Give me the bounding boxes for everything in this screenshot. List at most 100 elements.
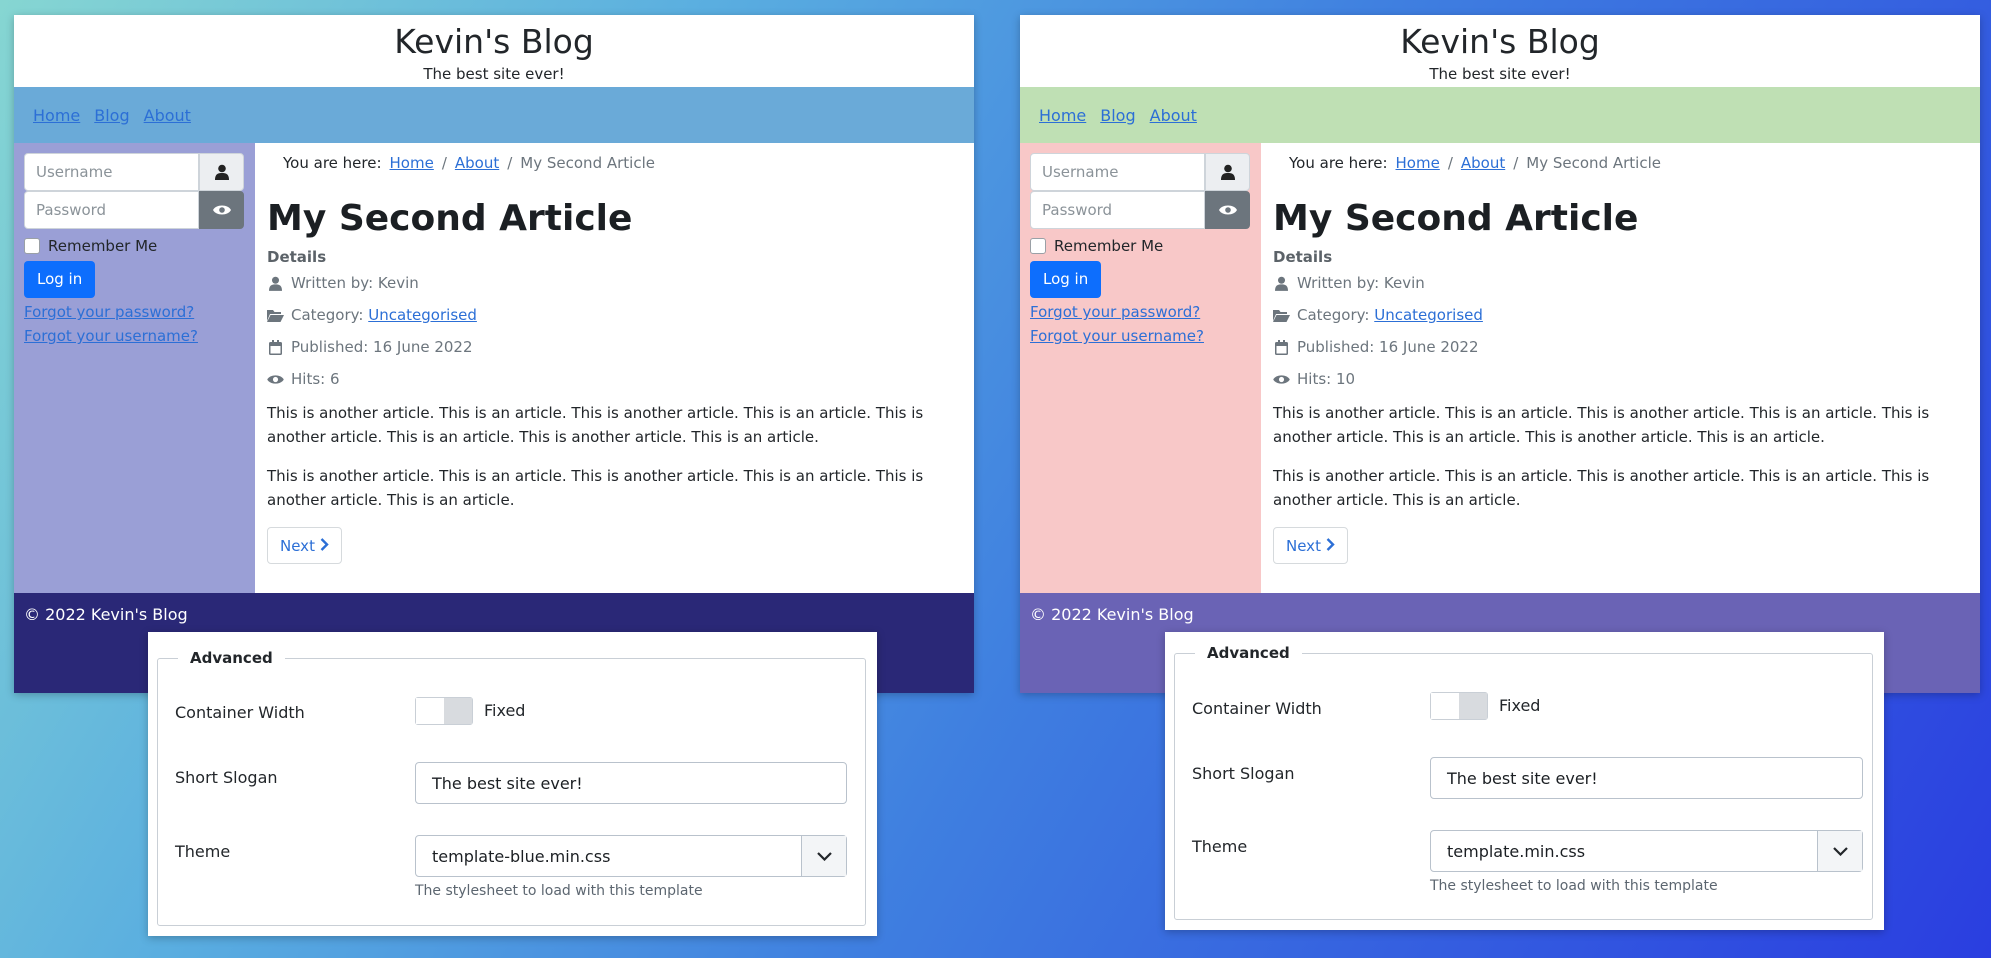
breadcrumb-separator: / <box>1513 154 1519 172</box>
site-title: Kevin's Blog <box>394 22 594 61</box>
username-input[interactable]: Username <box>1030 153 1205 191</box>
nav-link-home[interactable]: Home <box>1039 106 1086 125</box>
site-header: Kevin's Blog The best site ever! <box>14 15 974 87</box>
hits-info: Hits: 10 <box>1273 363 1968 395</box>
forgot-password-link[interactable]: Forgot your password? <box>24 302 245 322</box>
toggle-track <box>444 698 472 724</box>
theme-select[interactable]: template.min.css <box>1430 830 1863 872</box>
site-header: Kevin's Blog The best site ever! <box>1020 15 1980 87</box>
forgot-password-link[interactable]: Forgot your password? <box>1030 302 1251 322</box>
container-width-toggle[interactable] <box>415 697 473 725</box>
written-by: Written by: Kevin <box>1297 274 1425 292</box>
breadcrumb-home[interactable]: Home <box>1396 154 1440 172</box>
folder-open-icon <box>267 309 284 322</box>
theme-select-value: template-blue.min.css <box>432 846 611 866</box>
remember-me: Remember Me <box>24 237 245 255</box>
forgot-username-link[interactable]: Forgot your username? <box>24 326 245 346</box>
site-preview-default: Kevin's Blog The best site ever! Home Bl… <box>1020 15 1980 693</box>
details-label: Details <box>1273 248 1333 266</box>
advanced-settings-panel: Advanced Container Width Fixed Short Slo… <box>1165 632 1884 930</box>
short-slogan-input[interactable]: The best site ever! <box>1430 757 1863 799</box>
sidebar: Username Password Remember Me Log in For… <box>14 143 255 593</box>
nav-link-blog[interactable]: Blog <box>1100 106 1135 125</box>
site-title: Kevin's Blog <box>1400 22 1600 61</box>
published-info: Published: 16 June 2022 <box>1273 331 1968 363</box>
site-slogan: The best site ever! <box>1429 65 1571 83</box>
category-link[interactable]: Uncategorised <box>368 306 477 324</box>
nav-link-about[interactable]: About <box>1150 106 1197 125</box>
written-by: Written by: Kevin <box>291 274 419 292</box>
chevron-down-icon <box>801 836 846 876</box>
breadcrumb-home[interactable]: Home <box>390 154 434 172</box>
toggle-track <box>1459 693 1487 719</box>
category-link[interactable]: Uncategorised <box>1374 306 1483 324</box>
footer-copyright: © 2022 Kevin's Blog <box>1030 605 1194 624</box>
toggle-label: Fixed <box>1499 696 1541 715</box>
theme-select-value: template.min.css <box>1447 841 1586 861</box>
password-input[interactable]: Password <box>1030 191 1205 229</box>
login-button[interactable]: Log in <box>1030 261 1102 298</box>
category-prefix: Category: <box>1297 306 1375 324</box>
eye-icon[interactable] <box>199 191 244 229</box>
article-paragraph: This is another article. This is an arti… <box>267 404 924 446</box>
theme-hint: The stylesheet to load with this templat… <box>415 883 703 899</box>
article-paragraph: This is another article. This is an arti… <box>1273 404 1930 446</box>
login-button[interactable]: Log in <box>24 261 96 298</box>
breadcrumb-separator: / <box>1447 154 1453 172</box>
hits-count: Hits: 6 <box>291 370 340 388</box>
remember-me: Remember Me <box>1030 237 1251 255</box>
short-slogan-label: Short Slogan <box>175 768 278 787</box>
category-info: Category: Uncategorised <box>267 299 962 331</box>
article-title: My Second Article <box>267 198 633 239</box>
advanced-fieldset: Advanced Container Width Fixed Short Slo… <box>157 648 866 926</box>
breadcrumb-about[interactable]: About <box>1461 154 1505 172</box>
published-date: Published: 16 June 2022 <box>291 338 473 356</box>
remember-me-checkbox[interactable] <box>24 238 40 254</box>
nav-link-home[interactable]: Home <box>33 106 80 125</box>
next-button[interactable]: Next <box>267 527 342 564</box>
article-paragraph: This is another article. This is an arti… <box>267 467 924 509</box>
password-input[interactable]: Password <box>24 191 199 229</box>
toggle-label: Fixed <box>484 701 526 720</box>
next-label: Next <box>1286 536 1321 555</box>
advanced-settings-panel: Advanced Container Width Fixed Short Slo… <box>148 632 877 936</box>
next-label: Next <box>280 536 315 555</box>
nav-link-blog[interactable]: Blog <box>94 106 129 125</box>
remember-me-checkbox[interactable] <box>1030 238 1046 254</box>
theme-label: Theme <box>1192 837 1248 856</box>
site-slogan: The best site ever! <box>423 65 565 83</box>
theme-select[interactable]: template-blue.min.css <box>415 835 847 877</box>
site-preview-blue: Kevin's Blog The best site ever! Home Bl… <box>14 15 974 693</box>
site-nav: Home Blog About <box>1020 87 1980 143</box>
breadcrumb: You are here: Home / About / My Second A… <box>267 143 962 183</box>
remember-me-label: Remember Me <box>1054 237 1164 255</box>
user-icon <box>199 153 244 191</box>
breadcrumb-prefix: You are here: <box>1289 154 1388 172</box>
main-content: You are here: Home / About / My Second A… <box>255 143 974 593</box>
fieldset-legend: Advanced <box>1195 643 1302 663</box>
nav-link-about[interactable]: About <box>144 106 191 125</box>
calendar-icon <box>1273 339 1290 355</box>
published-date: Published: 16 June 2022 <box>1297 338 1479 356</box>
site-nav: Home Blog About <box>14 87 974 143</box>
breadcrumb-about[interactable]: About <box>455 154 499 172</box>
published-info: Published: 16 June 2022 <box>267 331 962 363</box>
chevron-right-icon <box>320 537 329 555</box>
category-prefix: Category: <box>291 306 369 324</box>
chevron-down-icon <box>1817 831 1862 871</box>
short-slogan-input[interactable]: The best site ever! <box>415 762 847 804</box>
theme-label: Theme <box>175 842 231 861</box>
user-icon <box>1273 276 1290 291</box>
container-width-toggle[interactable] <box>1430 692 1488 720</box>
breadcrumb-prefix: You are here: <box>283 154 382 172</box>
toggle-knob <box>416 698 444 724</box>
remember-me-label: Remember Me <box>48 237 158 255</box>
calendar-icon <box>267 339 284 355</box>
toggle-knob <box>1431 693 1459 719</box>
eye-icon[interactable] <box>1205 191 1250 229</box>
theme-hint: The stylesheet to load with this templat… <box>1430 878 1718 894</box>
folder-open-icon <box>1273 309 1290 322</box>
forgot-username-link[interactable]: Forgot your username? <box>1030 326 1251 346</box>
next-button[interactable]: Next <box>1273 527 1348 564</box>
username-input[interactable]: Username <box>24 153 199 191</box>
